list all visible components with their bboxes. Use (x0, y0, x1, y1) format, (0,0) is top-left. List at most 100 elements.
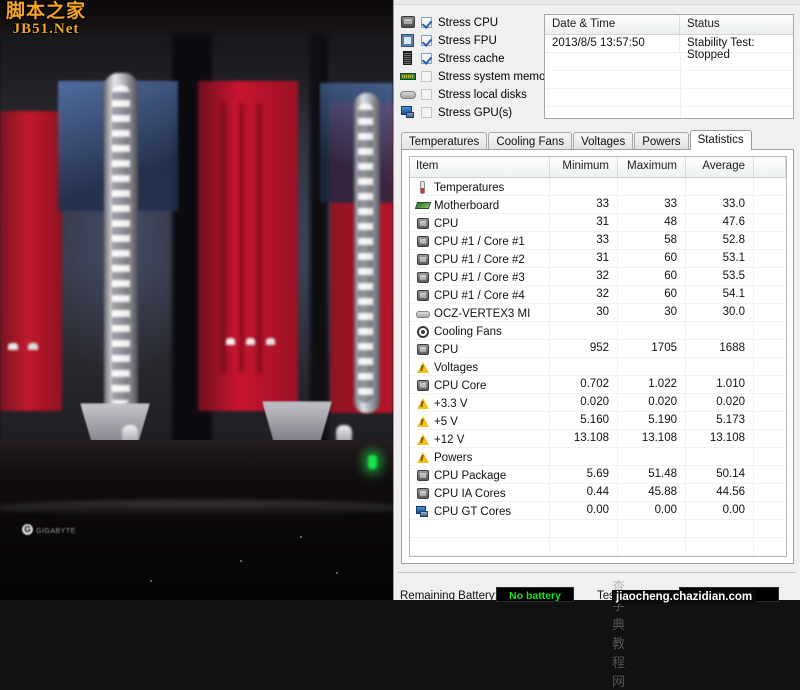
table-row[interactable]: Temperatures (410, 178, 786, 196)
statistics-item-label: Motherboard (434, 199, 500, 212)
chip-icon (416, 469, 431, 482)
statistics-item-cell: CPU #1 / Core #4 (410, 286, 550, 303)
table-row[interactable]: +5 V 5.160 5.190 5.173 (410, 412, 786, 430)
statistics-panel: Item Minimum Maximum Average Temperature… (401, 149, 794, 564)
statistics-item-cell: CPU #1 / Core #1 (410, 232, 550, 249)
stress-option-memory[interactable]: Stress system memory (400, 68, 555, 85)
statistics-item-label: CPU (434, 343, 459, 356)
statistics-grid-body: Temperatures Motherboard 33 33 33.0 CPU 31 48 47… (410, 178, 786, 556)
tab-temperatures[interactable]: Temperatures (401, 132, 488, 150)
statistics-maximum-cell: 13.108 (618, 430, 686, 447)
table-row[interactable]: Motherboard 33 33 33.0 (410, 196, 786, 214)
table-row[interactable]: CPU GT Cores 0.00 0.00 0.00 (410, 502, 786, 520)
event-log-header: Date & Time Status (545, 15, 793, 35)
tab-statistics[interactable]: Statistics (689, 130, 752, 150)
event-log-row[interactable]: 2013/8/5 13:57:50 Stability Test: Stoppe… (545, 35, 793, 61)
statistics-maximum-cell: 0.00 (618, 502, 686, 519)
statistics-maximum-cell: 60 (618, 286, 686, 303)
table-row[interactable]: Voltages (410, 358, 786, 376)
statistics-item-label: CPU Package (434, 469, 507, 482)
chip-icon (416, 289, 431, 302)
photo-fin-slot (258, 103, 261, 373)
stress-option-disks[interactable]: Stress local disks (400, 86, 550, 103)
brand-mark: G (22, 524, 33, 535)
table-row[interactable]: +3.3 V 0.020 0.020 0.020 (410, 394, 786, 412)
statistics-filler-cell (754, 484, 786, 501)
statistics-average-cell: 44.56 (686, 484, 754, 501)
column-header-status[interactable]: Status (680, 15, 793, 34)
table-row[interactable]: +12 V 13.108 13.108 13.108 (410, 430, 786, 448)
statistics-maximum-cell: 30 (618, 304, 686, 321)
stress-option-cpu[interactable]: Stress CPU (400, 14, 550, 31)
statistics-maximum-cell: 1705 (618, 340, 686, 357)
statistics-minimum-cell: 32 (550, 286, 618, 303)
stress-memory-checkbox[interactable] (421, 71, 432, 82)
statistics-item-label: OCZ-VERTEX3 MI (434, 307, 531, 320)
tab-cooling-fans[interactable]: Cooling Fans (488, 132, 573, 150)
column-header-maximum[interactable]: Maximum (618, 157, 686, 177)
table-row[interactable]: CPU 31 48 47.6 (410, 214, 786, 232)
statistics-minimum-cell (550, 322, 618, 339)
table-row[interactable]: Powers (410, 448, 786, 466)
column-header-minimum[interactable]: Minimum (550, 157, 618, 177)
stress-option-gpu[interactable]: Stress GPU(s) (400, 104, 550, 121)
statistics-item-cell: Cooling Fans (410, 322, 550, 339)
disk-icon (400, 87, 417, 102)
table-row[interactable]: Cooling Fans (410, 322, 786, 340)
statistics-minimum-cell: 31 (550, 250, 618, 267)
table-row-empty (410, 538, 786, 556)
stress-disks-checkbox[interactable] (421, 89, 432, 100)
stress-options-list: Stress CPU Stress FPU Stress cache Stres… (400, 14, 555, 122)
column-header-filler (754, 157, 786, 177)
statistics-average-cell: 54.1 (686, 286, 754, 303)
column-header-item[interactable]: Item (410, 157, 550, 177)
statistics-minimum-cell: 952 (550, 340, 618, 357)
stress-gpu-checkbox[interactable] (421, 107, 432, 118)
statistics-filler-cell (754, 214, 786, 231)
statistics-grid-header: Item Minimum Maximum Average (410, 157, 786, 178)
statistics-grid[interactable]: Item Minimum Maximum Average Temperature… (409, 156, 787, 557)
tab-powers[interactable]: Powers (634, 132, 689, 150)
statistics-average-cell: 53.5 (686, 268, 754, 285)
statistics-filler-cell (754, 448, 786, 465)
column-header-average[interactable]: Average (686, 157, 754, 177)
statistics-item-label: Cooling Fans (434, 325, 502, 338)
stress-fpu-label: Stress FPU (438, 34, 497, 47)
chip-icon (416, 253, 431, 266)
table-row[interactable]: CPU #1 / Core #1 33 58 52.8 (410, 232, 786, 250)
statistics-item-cell: Voltages (410, 358, 550, 375)
photo-fin-slot (222, 103, 225, 373)
tab-voltages[interactable]: Voltages (573, 132, 634, 150)
column-header-datetime[interactable]: Date & Time (545, 15, 680, 34)
statistics-average-cell: 1.010 (686, 376, 754, 393)
table-row[interactable]: CPU IA Cores 0.44 45.88 44.56 (410, 484, 786, 502)
photo-clip (266, 338, 275, 345)
table-row[interactable]: CPU #1 / Core #4 32 60 54.1 (410, 286, 786, 304)
table-row[interactable]: CPU Package 5.69 51.48 50.14 (410, 466, 786, 484)
event-log-table[interactable]: Date & Time Status 2013/8/5 13:57:50 Sta… (544, 14, 794, 119)
photo-red-fin (198, 81, 298, 411)
stress-fpu-checkbox[interactable] (421, 35, 432, 46)
stress-cache-checkbox[interactable] (421, 53, 432, 64)
statistics-minimum-cell: 0.020 (550, 394, 618, 411)
event-log-empty-row (545, 71, 793, 89)
statistics-filler-cell (754, 502, 786, 519)
statistics-average-cell: 52.8 (686, 232, 754, 249)
table-row[interactable]: CPU #1 / Core #3 32 60 53.5 (410, 268, 786, 286)
watermark-br-url: jiaocheng.chazidian.com (612, 590, 757, 604)
statistics-item-label: CPU #1 / Core #4 (434, 289, 525, 302)
stress-option-fpu[interactable]: Stress FPU (400, 32, 550, 49)
remaining-battery-label: Remaining Battery: (400, 590, 498, 602)
statistics-item-label: CPU #1 / Core #2 (434, 253, 525, 266)
stress-gpu-label: Stress GPU(s) (438, 106, 513, 119)
table-row[interactable]: CPU Core 0.702 1.022 1.010 (410, 376, 786, 394)
statistics-item-label: CPU #1 / Core #3 (434, 271, 525, 284)
table-row[interactable]: CPU #1 / Core #2 31 60 53.1 (410, 250, 786, 268)
stress-cpu-checkbox[interactable] (421, 17, 432, 28)
statistics-filler-cell (754, 268, 786, 285)
statistics-item-label: CPU GT Cores (434, 505, 512, 518)
warning-icon (416, 361, 431, 374)
stress-option-cache[interactable]: Stress cache (400, 50, 550, 67)
table-row[interactable]: CPU 952 1705 1688 (410, 340, 786, 358)
table-row[interactable]: OCZ-VERTEX3 MI 30 30 30.0 (410, 304, 786, 322)
